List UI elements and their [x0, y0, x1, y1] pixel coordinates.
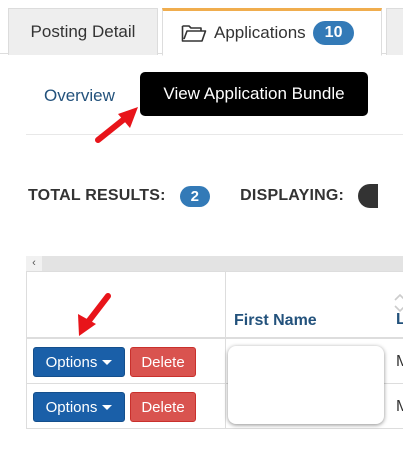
results-summary: TOTAL RESULTS: 2 DISPLAYING: — [28, 184, 379, 208]
delete-button-label: Delete — [141, 353, 185, 371]
overview-link[interactable]: Overview — [44, 86, 115, 106]
delete-button[interactable]: Delete — [130, 392, 196, 422]
actions-column-header — [26, 272, 226, 338]
total-results-badge: 2 — [179, 185, 211, 207]
tab-next-partial[interactable] — [386, 8, 403, 55]
last-name-header-label[interactable]: L — [396, 311, 403, 329]
tab-posting-detail[interactable]: Posting Detail — [8, 8, 158, 55]
last-name-cell: M — [396, 353, 403, 370]
scroll-left-icon[interactable]: ‹ — [26, 256, 42, 271]
tab-applications[interactable]: Applications 10 — [162, 8, 382, 56]
delete-button-label: Delete — [141, 398, 185, 416]
row-actions-cell: Options Delete — [26, 384, 226, 429]
red-arrow-icon — [78, 293, 111, 336]
last-name-cell: M — [396, 398, 403, 415]
first-name-header-label: First Name — [234, 312, 317, 329]
subnav-divider — [26, 134, 403, 135]
horizontal-scrollbar[interactable] — [26, 256, 403, 271]
caret-down-icon — [102, 359, 113, 365]
applications-count-badge: 10 — [312, 21, 355, 45]
displaying-label: DISPLAYING: — [240, 187, 345, 204]
caret-down-icon — [102, 404, 113, 410]
displaying-badge — [358, 184, 379, 208]
options-dropdown-button[interactable]: Options — [33, 347, 125, 377]
tab-bar: Posting Detail Applications 10 — [0, 0, 403, 56]
tab-applications-label: Applications — [214, 23, 306, 42]
options-button-label: Options — [45, 398, 98, 416]
tab-posting-detail-label: Posting Detail — [30, 22, 136, 41]
total-results-label: TOTAL RESULTS: — [28, 187, 166, 204]
delete-button[interactable]: Delete — [130, 347, 196, 377]
redacted-names-overlay — [228, 346, 384, 424]
folder-open-icon — [181, 25, 207, 42]
red-arrow-icon — [95, 107, 138, 143]
first-name-column-header[interactable]: First Name — [226, 272, 403, 338]
row-actions-cell: Options Delete — [26, 339, 226, 384]
options-button-label: Options — [45, 353, 98, 371]
view-application-bundle-tooltip: View Application Bundle — [140, 72, 368, 116]
options-dropdown-button[interactable]: Options — [33, 392, 125, 422]
